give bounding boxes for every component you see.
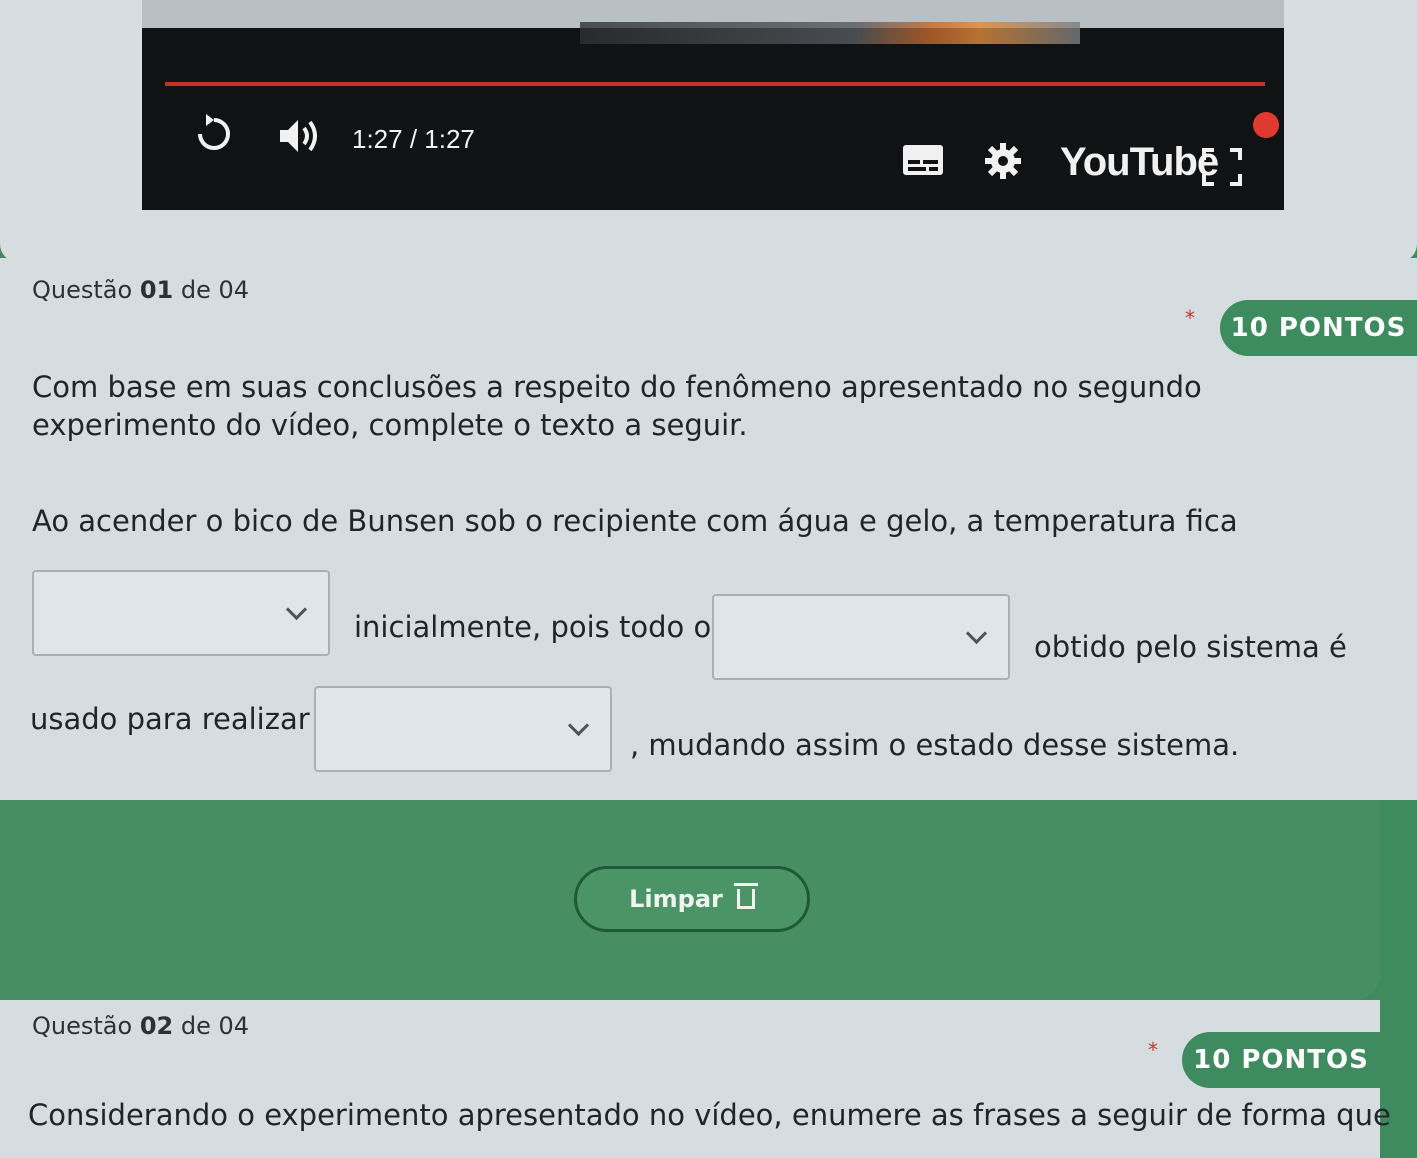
volume-icon[interactable] xyxy=(276,114,324,158)
chevron-down-icon xyxy=(965,622,988,645)
clear-button-label: Limpar xyxy=(629,885,723,913)
video-card: 1:27 / 1:27 YouTube xyxy=(0,0,1417,262)
fill-text-part5: , mudando assim o estado desse sistema. xyxy=(630,728,1240,762)
clear-button[interactable]: Limpar xyxy=(574,866,810,932)
points-badge: 10 PONTOS xyxy=(1182,1032,1380,1088)
question-2-number: Questão 02 de 04 xyxy=(32,1012,249,1040)
subtitles-icon[interactable] xyxy=(902,144,944,176)
question-total: de 04 xyxy=(173,276,250,304)
youtube-logo[interactable]: YouTube xyxy=(1060,140,1219,185)
chevron-down-icon xyxy=(567,714,590,737)
fill-text-part1: Ao acender o bico de Bunsen sob o recipi… xyxy=(32,504,1238,538)
question-1-number: Questão 01 de 04 xyxy=(32,276,249,304)
fill-text-part2: inicialmente, pois todo o xyxy=(354,610,712,644)
progress-bar[interactable] xyxy=(165,82,1265,86)
question-number: 01 xyxy=(139,276,174,304)
required-mark: * xyxy=(1148,1038,1158,1062)
question-label: Questão xyxy=(32,276,140,304)
blank-dropdown-2[interactable] xyxy=(712,594,1010,680)
points-badge: 10 PONTOS xyxy=(1220,300,1417,356)
replay-icon[interactable] xyxy=(192,112,236,156)
question-number: 02 xyxy=(139,1012,174,1040)
fullscreen-icon[interactable] xyxy=(1200,146,1244,188)
question-total: de 04 xyxy=(173,1012,250,1040)
video-frame-content xyxy=(580,22,1080,44)
blank-dropdown-1[interactable] xyxy=(32,570,330,656)
blank-dropdown-3[interactable] xyxy=(314,686,612,772)
settings-icon[interactable] xyxy=(982,140,1024,182)
progress-handle[interactable] xyxy=(1253,112,1279,138)
required-mark: * xyxy=(1185,306,1195,330)
trash-icon xyxy=(733,883,758,909)
question-prompt: Considerando o experimento apresentado n… xyxy=(28,1098,1391,1132)
fill-text-part3: obtido pelo sistema é xyxy=(1034,630,1347,664)
video-time: 1:27 / 1:27 xyxy=(352,124,475,154)
chevron-down-icon xyxy=(285,598,308,621)
question-label: Questão xyxy=(32,1012,140,1040)
question-prompt: Com base em suas conclusões a respeito d… xyxy=(32,370,1202,442)
fill-text-part4: usado para realizar xyxy=(30,702,310,736)
